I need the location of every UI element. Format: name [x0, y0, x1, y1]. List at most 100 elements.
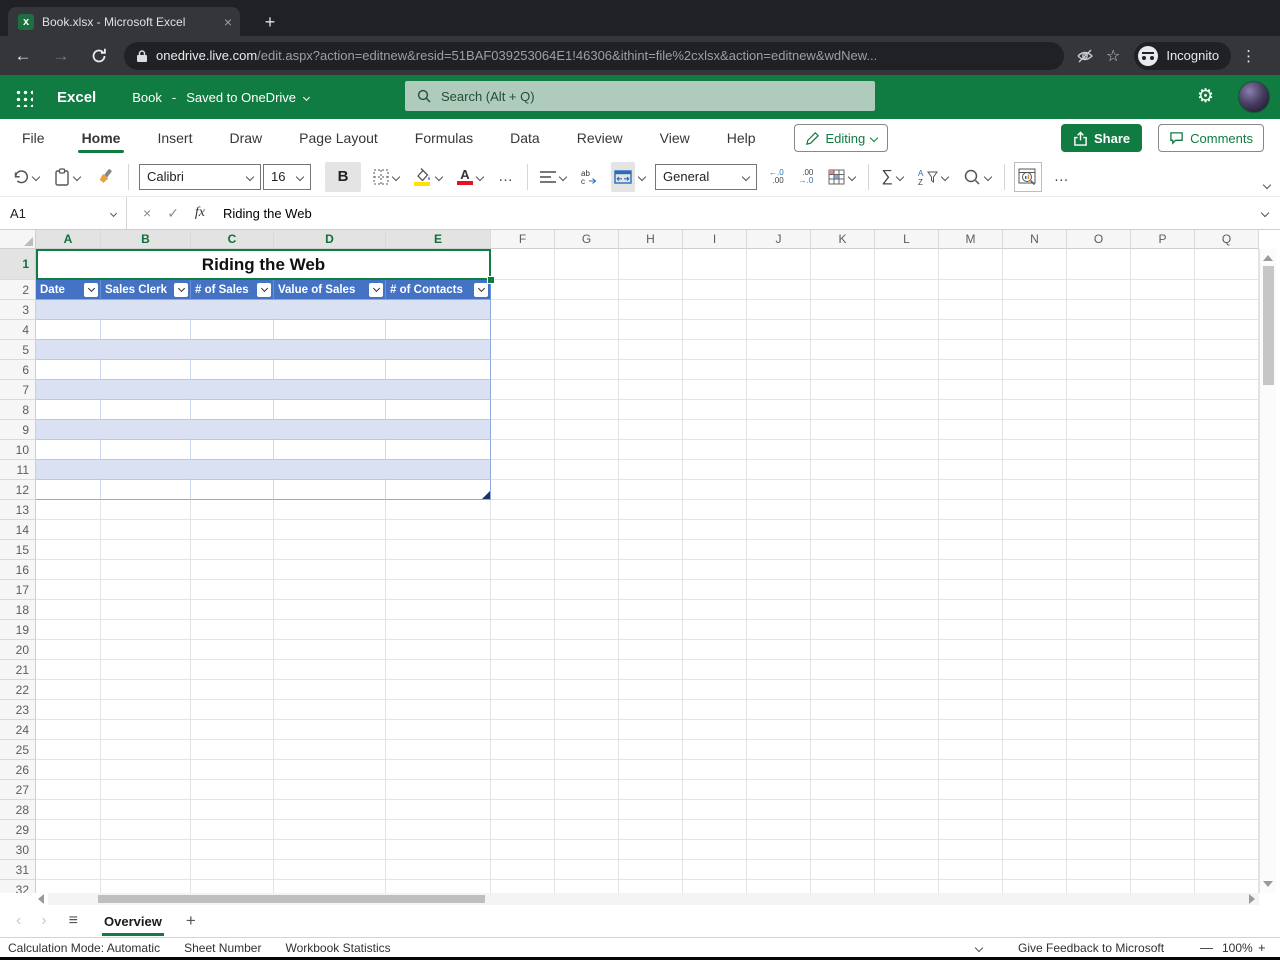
grid-cell[interactable] [875, 560, 939, 580]
grid-cell[interactable] [683, 500, 747, 520]
cancel-icon[interactable]: × [143, 205, 151, 221]
grid-cell[interactable] [191, 700, 274, 720]
grid-cell[interactable] [683, 700, 747, 720]
merge-center-button[interactable] [611, 161, 635, 192]
grid-cell[interactable] [683, 380, 747, 400]
grid-cell[interactable] [274, 680, 386, 700]
grid-cell[interactable] [191, 860, 274, 880]
grid-cell[interactable] [101, 840, 191, 860]
grid-cell[interactable] [491, 520, 555, 540]
column-header[interactable]: L [875, 230, 939, 249]
tab-home[interactable]: Home [77, 121, 125, 155]
grid-cell[interactable] [747, 400, 811, 420]
grid-cell[interactable] [1003, 840, 1067, 860]
grid-cell[interactable] [1195, 280, 1259, 300]
grid-cell[interactable] [386, 660, 491, 680]
grid-cell[interactable] [101, 500, 191, 520]
grid-cell[interactable] [274, 640, 386, 660]
grid-cell[interactable] [1131, 460, 1195, 480]
grid-cell[interactable] [555, 500, 619, 520]
tab-close-icon[interactable]: × [224, 14, 232, 30]
grid-cell[interactable] [811, 640, 875, 660]
grid-cell[interactable] [939, 720, 1003, 740]
grid-cell[interactable] [36, 340, 101, 360]
row-header[interactable]: 12 [0, 480, 36, 500]
grid-cell[interactable] [811, 380, 875, 400]
grid-cell[interactable] [101, 820, 191, 840]
browser-tab[interactable]: x Book.xlsx - Microsoft Excel × [8, 7, 240, 36]
table-header-cell[interactable]: # of Contacts [386, 280, 491, 300]
scroll-up-icon[interactable] [1263, 255, 1273, 261]
row-header[interactable]: 31 [0, 860, 36, 880]
grid-cell[interactable] [191, 820, 274, 840]
row-header[interactable]: 2 [0, 280, 36, 300]
grid-cell[interactable] [811, 740, 875, 760]
grid-cell[interactable] [875, 840, 939, 860]
grid-cell[interactable] [274, 420, 386, 440]
grid-cell[interactable] [1195, 520, 1259, 540]
grid-cell[interactable] [811, 580, 875, 600]
grid-cell[interactable] [555, 800, 619, 820]
grid-cell[interactable] [274, 760, 386, 780]
grid-cell[interactable] [191, 800, 274, 820]
align-chevron-icon[interactable] [558, 172, 568, 181]
grid-cell[interactable] [274, 740, 386, 760]
tab-review[interactable]: Review [575, 121, 625, 155]
grid-cell[interactable] [939, 800, 1003, 820]
grid-cell[interactable] [939, 620, 1003, 640]
grid-cell[interactable] [747, 300, 811, 320]
url-bar[interactable]: onedrive.live.com/edit.aspx?action=editn… [124, 41, 1064, 70]
grid-cell[interactable] [101, 480, 191, 500]
grid-cell[interactable] [1003, 500, 1067, 520]
grid-cell[interactable] [191, 460, 274, 480]
grid-cell[interactable] [1003, 680, 1067, 700]
grid-cell[interactable] [683, 620, 747, 640]
grid-cell[interactable] [191, 520, 274, 540]
forward-icon[interactable]: → [46, 41, 76, 71]
grid-cell[interactable] [101, 680, 191, 700]
column-header[interactable]: J [747, 230, 811, 249]
row-header[interactable]: 6 [0, 360, 36, 380]
grid-cell[interactable] [1003, 780, 1067, 800]
grid-cell[interactable] [36, 480, 101, 500]
grid-cell[interactable] [1003, 300, 1067, 320]
grid-cell[interactable] [491, 720, 555, 740]
grid-cell[interactable] [683, 820, 747, 840]
grid-cell[interactable] [683, 840, 747, 860]
sort-filter-chevron-icon[interactable] [940, 172, 949, 181]
grid-cell[interactable] [191, 760, 274, 780]
grid-cell[interactable] [274, 480, 386, 500]
grid-cell[interactable] [747, 780, 811, 800]
grid-cell[interactable] [1067, 300, 1131, 320]
grid-cell[interactable] [36, 660, 101, 680]
grid-cell[interactable] [875, 540, 939, 560]
table-header-cell[interactable]: Date [36, 280, 101, 300]
grid-cell[interactable] [1195, 580, 1259, 600]
grid-cell[interactable] [386, 500, 491, 520]
grid-cell[interactable] [1195, 560, 1259, 580]
grid-cell[interactable] [811, 760, 875, 780]
grid-cell[interactable] [683, 780, 747, 800]
grid-cell[interactable] [491, 760, 555, 780]
autosum-chevron-icon[interactable] [895, 172, 904, 181]
grid-cell[interactable] [811, 300, 875, 320]
grid-cell[interactable] [555, 880, 619, 893]
grid-cell[interactable] [101, 880, 191, 893]
grid-cell[interactable] [619, 620, 683, 640]
row-header[interactable]: 20 [0, 640, 36, 660]
grid-cell[interactable] [491, 500, 555, 520]
grid-cell[interactable] [101, 700, 191, 720]
grid-cell[interactable] [1195, 440, 1259, 460]
grid-cell[interactable] [939, 640, 1003, 660]
grid-cell[interactable] [1131, 720, 1195, 740]
grid-cell[interactable] [875, 380, 939, 400]
grid-cell[interactable] [939, 460, 1003, 480]
grid-cell[interactable] [1195, 500, 1259, 520]
grid-cell[interactable] [1131, 840, 1195, 860]
grid-cell[interactable] [191, 320, 274, 340]
grid-cell[interactable] [875, 249, 939, 280]
row-header[interactable]: 22 [0, 680, 36, 700]
grid-cell[interactable] [683, 440, 747, 460]
grid-cell[interactable] [939, 540, 1003, 560]
grid-cell[interactable] [1067, 420, 1131, 440]
